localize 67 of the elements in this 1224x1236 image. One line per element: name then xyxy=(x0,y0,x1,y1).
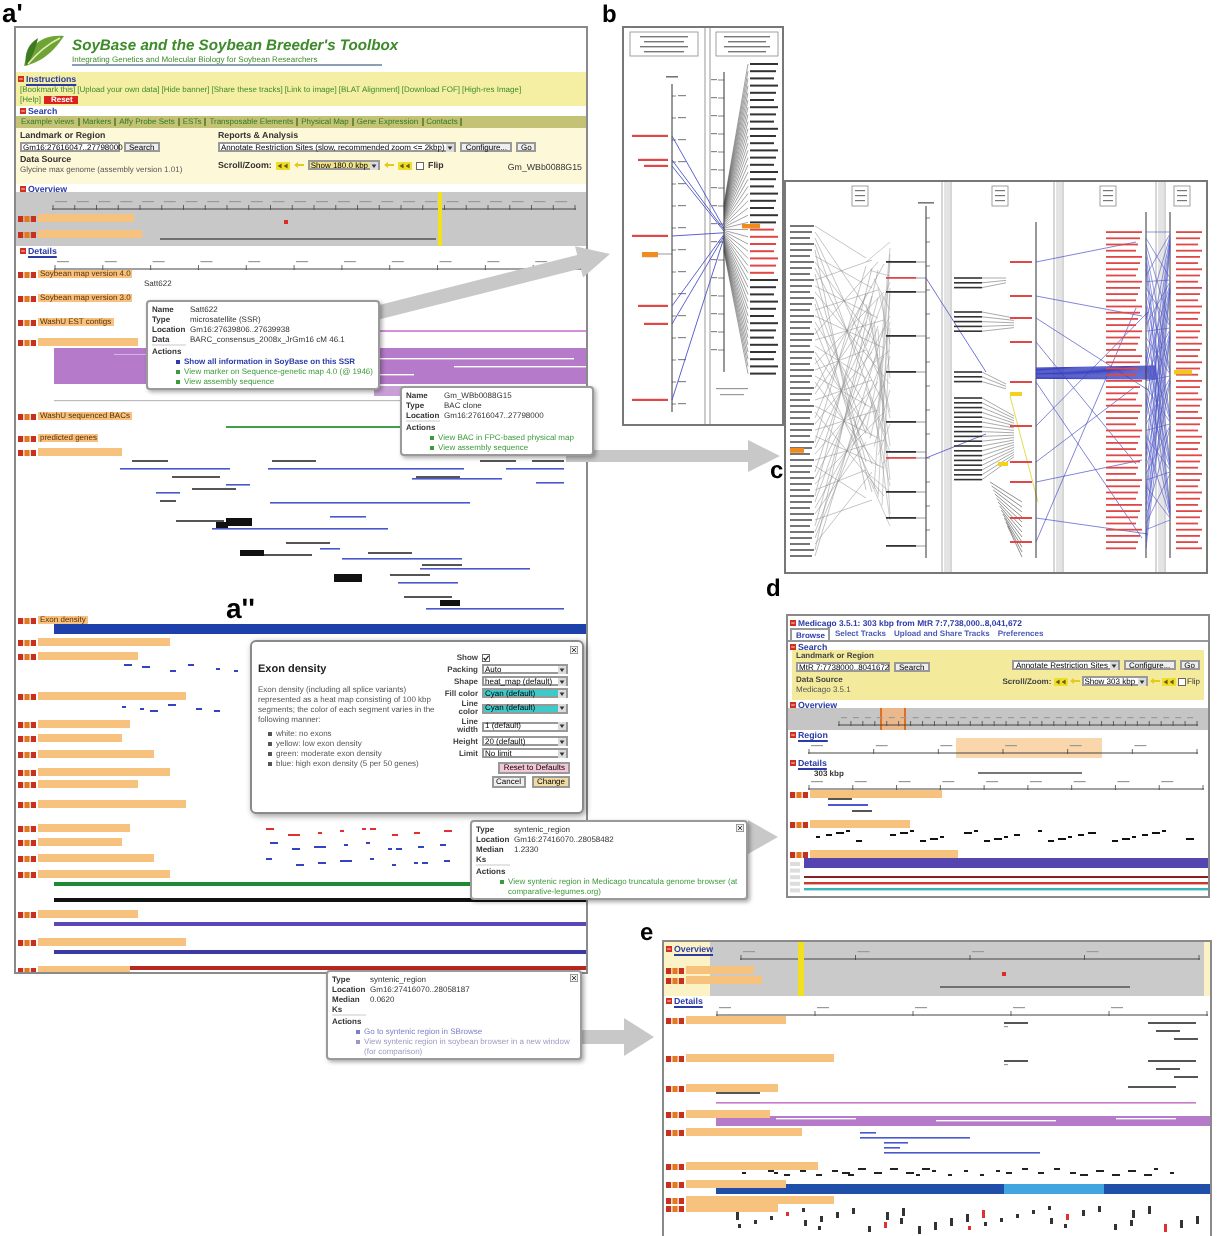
position-marker xyxy=(438,192,442,246)
toggle-icon[interactable] xyxy=(666,946,672,952)
close-icon[interactable] xyxy=(736,824,744,832)
track-label-tag xyxy=(38,230,142,238)
panel-label: a'' xyxy=(226,594,255,622)
caret-icon xyxy=(558,749,566,757)
track-label-tag xyxy=(38,870,170,878)
track-label-tag xyxy=(38,838,122,846)
track-label-tag xyxy=(686,1162,818,1170)
panel-label: c xyxy=(770,458,784,482)
panel-label: e xyxy=(640,920,654,944)
track-label-tag xyxy=(38,652,138,660)
caret-icon xyxy=(558,722,566,730)
close-icon[interactable] xyxy=(570,974,578,982)
caret-icon xyxy=(370,161,379,169)
toggle-icon[interactable] xyxy=(18,75,24,82)
caret-icon xyxy=(1109,661,1118,669)
scale-bar xyxy=(978,772,1082,774)
position-marker xyxy=(798,942,804,996)
checkbox[interactable] xyxy=(1177,677,1186,685)
track-label-tag xyxy=(38,448,122,456)
caret-icon xyxy=(558,665,566,673)
track-label-tag xyxy=(38,824,130,832)
caret-icon xyxy=(558,704,566,712)
track-label-tag xyxy=(38,638,170,646)
double-arrow-icon[interactable] xyxy=(398,161,413,169)
double-arrow-icon[interactable] xyxy=(1053,677,1068,685)
track-label-tag xyxy=(38,214,134,222)
track-label-tag xyxy=(686,1084,778,1092)
toggle-icon[interactable] xyxy=(790,731,796,737)
panel-label: d xyxy=(766,576,781,600)
track-label-tag xyxy=(810,790,942,798)
track-label-tag xyxy=(686,1110,770,1118)
toggle-icon[interactable] xyxy=(666,998,672,1004)
leaf-logo-icon xyxy=(22,32,66,68)
track-label-tag xyxy=(38,854,154,862)
toggle-icon[interactable] xyxy=(790,701,796,707)
toggle-icon[interactable] xyxy=(790,619,796,625)
track-label-tag xyxy=(38,734,122,742)
checkbox[interactable] xyxy=(482,654,490,662)
double-arrow-icon[interactable] xyxy=(275,161,290,169)
caret-icon xyxy=(446,143,455,151)
track-label-tag xyxy=(38,720,130,728)
caret-icon xyxy=(1137,677,1146,685)
track-label-tag xyxy=(38,910,138,918)
caret-icon xyxy=(558,689,566,697)
track-label-tag xyxy=(38,338,138,346)
checkbox[interactable] xyxy=(416,161,425,169)
track-label-tag xyxy=(38,768,170,776)
panel-label: a' xyxy=(2,0,23,26)
region-highlight xyxy=(880,708,906,730)
caret-icon xyxy=(558,737,566,745)
track-label-tag xyxy=(810,820,910,828)
toggle-icon[interactable] xyxy=(790,643,796,649)
panel-label: b xyxy=(602,2,617,26)
toggle-icon[interactable] xyxy=(20,185,26,191)
toggle-icon[interactable] xyxy=(790,759,796,765)
caret-icon xyxy=(558,677,566,685)
toggle-icon[interactable] xyxy=(20,108,26,114)
track-label-tag xyxy=(38,750,154,758)
toggle-icon[interactable] xyxy=(20,248,26,254)
close-icon[interactable] xyxy=(570,646,578,654)
track-label-tag xyxy=(686,1180,786,1188)
track-label-tag xyxy=(38,780,138,788)
track-label-tag xyxy=(686,1128,802,1136)
track-label-tag xyxy=(686,1016,786,1024)
double-arrow-icon[interactable] xyxy=(1161,677,1176,685)
